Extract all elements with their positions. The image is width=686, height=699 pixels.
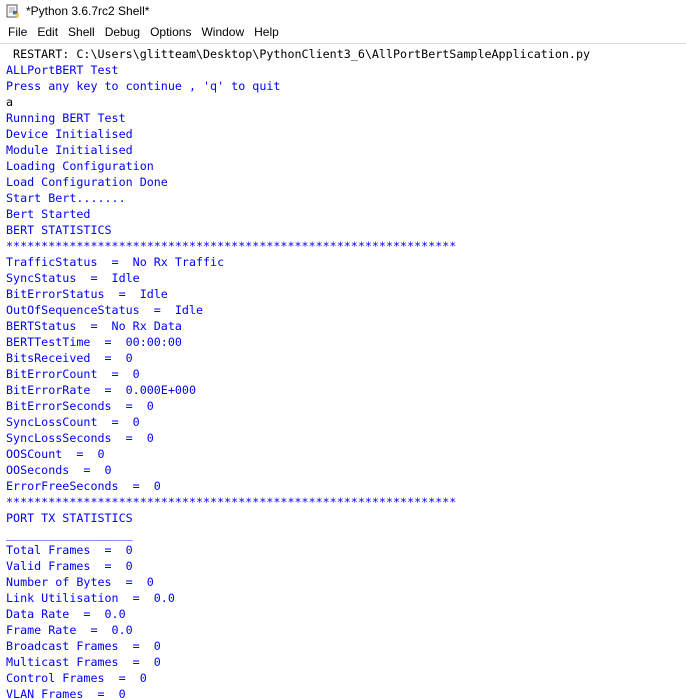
shell-line-output: OOSeconds = 0 [6, 463, 112, 477]
menu-debug[interactable]: Debug [100, 22, 145, 43]
shell-line-output: BitErrorStatus = Idle [6, 287, 168, 301]
shell-line-output: Frame Rate = 0.0 [6, 623, 133, 637]
shell-line-output: BitErrorSeconds = 0 [6, 399, 154, 413]
shell-line-stdin: a [6, 95, 14, 109]
shell-line-output: Number of Bytes = 0 [6, 575, 154, 589]
shell-line-output: Control Frames = 0 [6, 671, 147, 685]
shell-line-output: Load Configuration Done [6, 175, 168, 189]
shell-line-output: SyncLossSeconds = 0 [6, 431, 154, 445]
shell-line-output: PORT TX STATISTICS [6, 511, 133, 525]
shell-line-output: VLAN Frames = 0 [6, 687, 126, 699]
python-idle-icon [6, 4, 20, 18]
shell-line-output: Device Initialised [6, 127, 133, 141]
shell-line-output: Link Utilisation = 0.0 [6, 591, 175, 605]
shell-line-output: Loading Configuration [6, 159, 154, 173]
shell-line-output: Bert Started [6, 207, 91, 221]
shell-line-output: OOSCount = 0 [6, 447, 105, 461]
menu-shell[interactable]: Shell [63, 22, 100, 43]
shell-line-output: Valid Frames = 0 [6, 559, 133, 573]
shell-line-output: Total Frames = 0 [6, 543, 133, 557]
menu-help[interactable]: Help [249, 22, 284, 43]
shell-line-output: BERTStatus = No Rx Data [6, 319, 182, 333]
shell-line-output: BitErrorCount = 0 [6, 367, 140, 381]
shell-line-output: SyncLossCount = 0 [6, 415, 140, 429]
shell-line-output: BERT STATISTICS [6, 223, 112, 237]
shell-line-output: Press any key to continue , 'q' to quit [6, 79, 281, 93]
window-title: *Python 3.6.7rc2 Shell* [26, 4, 150, 18]
shell-line-restart: RESTART: C:\Users\glitteam\Desktop\Pytho… [6, 47, 591, 61]
menu-edit[interactable]: Edit [32, 22, 63, 43]
shell-line-output: __________________ [6, 527, 133, 541]
shell-line-output: BitsReceived = 0 [6, 351, 133, 365]
menu-bar: File Edit Shell Debug Options Window Hel… [0, 22, 686, 43]
shell-line-output: SyncStatus = Idle [6, 271, 140, 285]
shell-line-output: OutOfSequenceStatus = Idle [6, 303, 204, 317]
shell-line-output: Multicast Frames = 0 [6, 655, 161, 669]
shell-line-output: BERTTestTime = 00:00:00 [6, 335, 182, 349]
shell-line-separator: ****************************************… [6, 239, 457, 253]
shell-line-output: TrafficStatus = No Rx Traffic [6, 255, 225, 269]
shell-line-output: Running BERT Test [6, 111, 126, 125]
shell-line-output: ALLPortBERT Test [6, 63, 119, 77]
shell-line-output: BitErrorRate = 0.000E+000 [6, 383, 196, 397]
shell-output-area[interactable]: RESTART: C:\Users\glitteam\Desktop\Pytho… [0, 43, 686, 699]
shell-line-output: Start Bert....... [6, 191, 126, 205]
shell-line-output: Module Initialised [6, 143, 133, 157]
shell-line-output: ErrorFreeSeconds = 0 [6, 479, 161, 493]
title-bar: *Python 3.6.7rc2 Shell* [0, 0, 686, 22]
menu-window[interactable]: Window [196, 22, 249, 43]
shell-line-separator: ****************************************… [6, 495, 457, 509]
menu-file[interactable]: File [3, 22, 32, 43]
shell-line-output: Broadcast Frames = 0 [6, 639, 161, 653]
menu-options[interactable]: Options [145, 22, 196, 43]
shell-line-output: Data Rate = 0.0 [6, 607, 126, 621]
